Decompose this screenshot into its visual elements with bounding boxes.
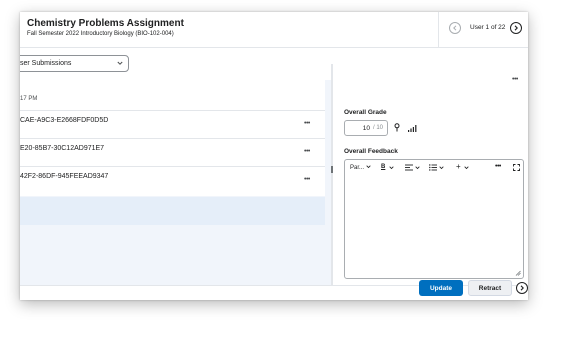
course-subtitle: Fall Semester 2022 Introductory Biology …	[27, 31, 174, 37]
selected-band	[20, 197, 325, 225]
page-title: Chemistry Problems Assignment	[27, 18, 184, 29]
update-button[interactable]: Update	[419, 280, 463, 296]
submission-row[interactable]: E20-85B7-30C12AD971E7 •••	[20, 138, 325, 167]
more-options-icon[interactable]: •••	[512, 76, 518, 83]
submission-row[interactable]: CAE-A9C3-E2668FDF0D5D •••	[20, 110, 325, 139]
chevron-right-icon	[514, 25, 518, 31]
feedback-label: Overall Feedback	[344, 148, 398, 155]
evaluation-panel: ••• Overall Grade 10 / 10 Overall Feedba…	[334, 64, 528, 286]
submission-row[interactable]: 42F2-86DF-945FEEAD9347 •••	[20, 166, 325, 195]
previous-user-button[interactable]	[449, 22, 461, 34]
grade-out-of: / 10	[372, 125, 383, 131]
chevron-right-icon	[520, 285, 524, 291]
submission-filter-select[interactable]: ser Submissions	[20, 55, 129, 72]
resize-handle-icon[interactable]	[515, 270, 521, 276]
chevron-down-icon[interactable]	[439, 165, 444, 170]
header-divider	[438, 12, 439, 47]
submission-id: E20-85B7-30C12AD971E7	[20, 145, 105, 152]
paragraph-format-label: Par...	[350, 165, 365, 171]
bold-label: B	[381, 164, 386, 170]
pin-icon[interactable]	[394, 123, 400, 132]
splitter-grip-icon[interactable]	[331, 166, 333, 173]
grading-window: Chemistry Problems Assignment Fall Semes…	[20, 12, 528, 300]
more-options-icon[interactable]: •••	[304, 120, 310, 127]
bulleted-list-icon[interactable]	[429, 164, 437, 171]
next-submission-button[interactable]	[516, 282, 528, 294]
more-options-icon[interactable]: •••	[304, 176, 310, 183]
editor-toolbar: Par... B + •••	[345, 160, 523, 175]
chevron-down-icon	[366, 165, 371, 169]
grade-label: Overall Grade	[344, 109, 387, 116]
paragraph-format-dropdown[interactable]: Par...	[350, 164, 371, 171]
bold-button[interactable]: B	[381, 164, 385, 170]
feedback-editor[interactable]: Par... B + •••	[344, 159, 524, 279]
header-bar: Chemistry Problems Assignment Fall Semes…	[20, 12, 528, 48]
insert-label: +	[456, 162, 461, 171]
submission-filter-value: ser Submissions	[20, 60, 72, 67]
retract-button[interactable]: Retract	[468, 280, 512, 296]
submission-id: 42F2-86DF-945FEEAD9347	[20, 173, 109, 180]
align-left-icon[interactable]	[405, 164, 413, 171]
panel-splitter[interactable]	[331, 64, 333, 286]
submissions-card: 17 PM CAE-A9C3-E2668FDF0D5D ••• E20-85B7…	[20, 80, 325, 196]
user-count: User 1 of 22	[470, 24, 506, 31]
submission-id: CAE-A9C3-E2668FDF0D5D	[20, 117, 109, 124]
insert-button[interactable]: +	[456, 162, 461, 171]
chevron-down-icon[interactable]	[464, 165, 469, 170]
more-options-icon[interactable]: •••	[304, 148, 310, 155]
fullscreen-icon[interactable]	[513, 164, 520, 171]
grade-input[interactable]: 10 / 10	[344, 120, 388, 136]
more-options-icon[interactable]: •••	[495, 163, 501, 170]
submission-time: 17 PM	[20, 96, 38, 102]
chevron-down-icon[interactable]	[389, 165, 394, 170]
submissions-panel: 17 PM CAE-A9C3-E2668FDF0D5D ••• E20-85B7…	[20, 80, 333, 286]
chevron-down-icon[interactable]	[415, 165, 420, 170]
grade-value: 10	[362, 125, 370, 132]
signal-bars-icon[interactable]	[408, 124, 417, 132]
chevron-down-icon	[117, 61, 123, 65]
chevron-left-icon	[453, 25, 457, 31]
next-user-button[interactable]	[510, 22, 522, 34]
